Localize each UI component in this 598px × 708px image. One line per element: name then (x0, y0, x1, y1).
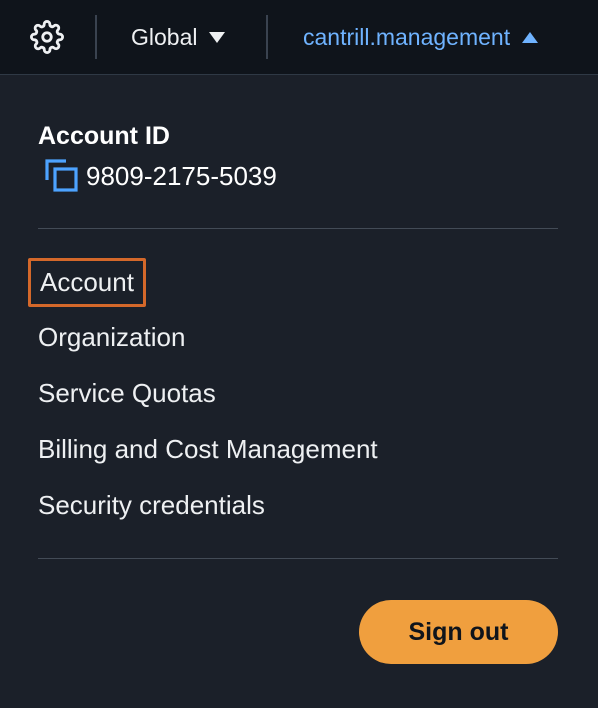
gear-icon (30, 20, 64, 54)
caret-down-icon (209, 31, 226, 43)
settings-button[interactable] (28, 18, 66, 56)
caret-up-icon (522, 31, 539, 43)
divider (38, 558, 558, 559)
divider (38, 228, 558, 229)
account-id-row: 9809-2175-5039 (44, 158, 277, 194)
account-id-value: 9809-2175-5039 (86, 160, 277, 191)
sign-out-button[interactable]: Sign out (359, 600, 558, 664)
account-menu-toggle[interactable]: cantrill.management (303, 22, 539, 52)
region-selector[interactable]: Global (131, 22, 226, 52)
account-menu-label: cantrill.management (303, 23, 511, 50)
region-label: Global (131, 23, 198, 50)
divider (95, 15, 97, 59)
menu-item-billing[interactable]: Billing and Cost Management (38, 434, 378, 465)
menu-item-account[interactable]: Account (28, 258, 146, 307)
account-id-label: Account ID (38, 122, 170, 150)
top-navigation-bar: Global cantrill.management (0, 0, 598, 75)
divider (266, 15, 268, 59)
menu-item-security-credentials[interactable]: Security credentials (38, 490, 265, 521)
copy-icon[interactable] (44, 158, 80, 194)
menu-item-organization[interactable]: Organization (38, 322, 185, 353)
menu-item-service-quotas[interactable]: Service Quotas (38, 378, 216, 409)
